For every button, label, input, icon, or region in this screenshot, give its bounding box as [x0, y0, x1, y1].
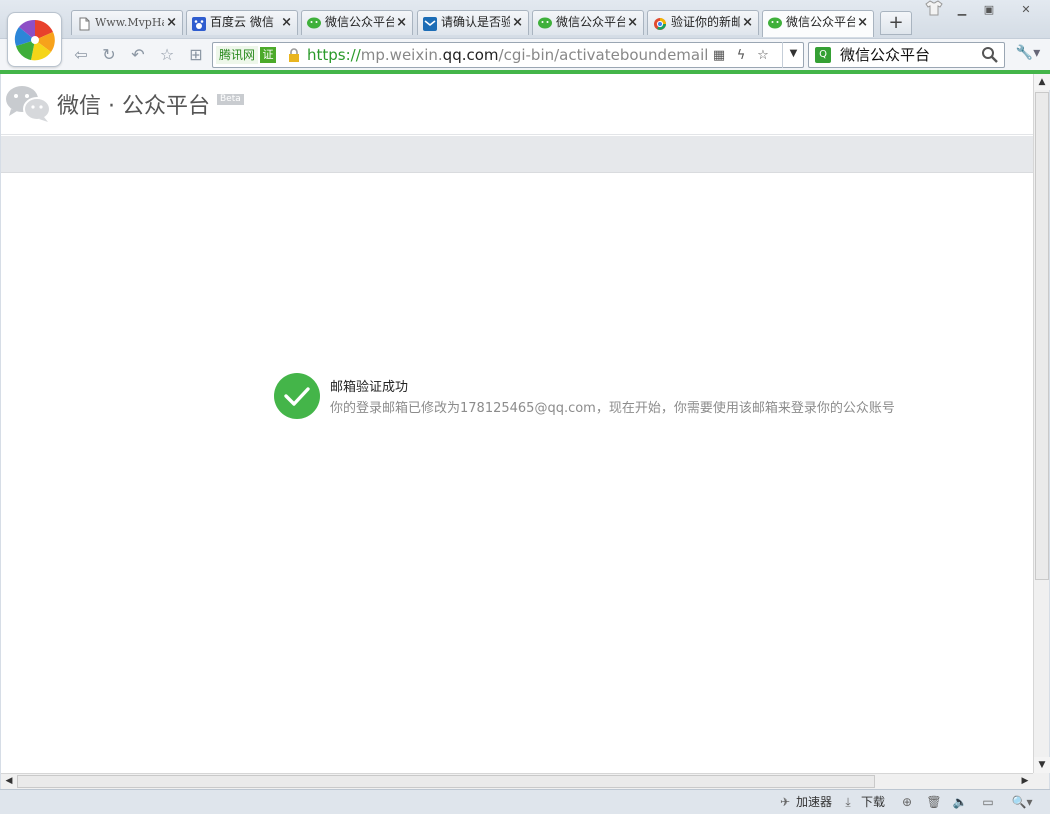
undo-close-icon[interactable]: ↶: [127, 45, 149, 65]
address-bar[interactable]: 腾讯网 证 https://mp.weixin.qq.com/cgi-bin/a…: [212, 42, 804, 68]
browser-tab[interactable]: 微信公众平台 ×: [532, 10, 644, 35]
refresh-icon[interactable]: ↻: [98, 45, 120, 65]
wechat-icon: [307, 16, 321, 30]
site-badge: 腾讯网: [216, 46, 259, 64]
trash-icon[interactable]: 🗑: [926, 795, 942, 809]
address-dropdown-icon[interactable]: ▼: [782, 42, 804, 68]
browser-logo[interactable]: [7, 12, 62, 67]
accelerator-label[interactable]: 加速器: [796, 794, 832, 810]
download-icon[interactable]: ⤓: [840, 795, 856, 809]
search-input[interactable]: 微信公众平台: [840, 43, 930, 67]
bookmark-star-icon[interactable]: ☆: [754, 47, 772, 65]
cert-badge[interactable]: 证: [260, 47, 276, 63]
close-tab-icon[interactable]: ×: [627, 11, 638, 34]
pinwheel-logo-icon: [14, 19, 55, 61]
tab-strip: Www.MvpHack×百度云 微信×微信公众平台×请确认是否验×微信公众平台×…: [0, 0, 1050, 67]
tab-title: Www.MvpHack: [95, 16, 164, 29]
baidu-icon: [192, 16, 206, 31]
skin-icon[interactable]: [922, 0, 946, 18]
scroll-corner: [1033, 773, 1049, 789]
message-title: 邮箱验证成功: [330, 380, 409, 395]
qq-mail-icon: [423, 16, 437, 31]
tab-title: 验证你的新邮: [671, 15, 740, 29]
wechat-icon: [768, 16, 782, 30]
sogou-search-icon[interactable]: Q: [815, 47, 831, 63]
browser-tab[interactable]: 验证你的新邮 ×: [647, 10, 759, 35]
message-description: 你的登录邮箱已修改为178125465@qq.com，现在开始，你需要使用该邮箱…: [330, 401, 895, 416]
tab-title: 微信公众平台: [325, 15, 394, 29]
tools-wrench-icon[interactable]: 🔧▾: [1015, 45, 1041, 65]
browser-tab[interactable]: Www.MvpHack×: [71, 10, 183, 35]
restore-icon[interactable]: ▣: [976, 3, 1002, 19]
close-tab-icon[interactable]: ×: [512, 11, 523, 34]
scroll-left-icon[interactable]: ◀: [1, 774, 17, 790]
wechat-icon: [538, 16, 552, 30]
accelerator-icon[interactable]: ✈: [777, 795, 793, 809]
browser-window: Www.MvpHack×百度云 微信×微信公众平台×请确认是否验×微信公众平台×…: [0, 0, 1050, 814]
back-icon[interactable]: ⇦: [70, 45, 92, 65]
close-tab-icon[interactable]: ×: [742, 11, 753, 34]
close-tab-icon[interactable]: ×: [396, 11, 407, 34]
nav-bar: [1, 136, 1033, 173]
browser-tab[interactable]: 微信公众平台 ×: [762, 10, 874, 37]
window-mode-icon[interactable]: ▭: [980, 795, 996, 809]
tab-title: 微信公众平台: [556, 15, 625, 29]
close-tab-icon[interactable]: ×: [281, 11, 292, 34]
tab-title: 百度云 微信: [210, 15, 274, 29]
minimize-icon[interactable]: ▁: [949, 3, 975, 19]
close-tab-icon[interactable]: ×: [857, 11, 868, 34]
beta-badge: Beta: [217, 94, 244, 105]
zoom-icon[interactable]: 🔍▾: [1008, 795, 1036, 809]
url-text[interactable]: https://mp.weixin.qq.com/cgi-bin/activat…: [307, 43, 708, 67]
page-content: 微信 · 公众平台 Beta 邮箱验证成功 你的登录邮箱已修改为17812546…: [1, 74, 1033, 773]
document-icon: [77, 16, 91, 31]
brand-title[interactable]: 微信 · 公众平台: [57, 88, 210, 120]
volume-icon[interactable]: 🔈: [952, 795, 968, 809]
lightning-icon[interactable]: ϟ: [732, 47, 750, 65]
search-icon[interactable]: [981, 46, 999, 64]
status-bar: ✈ 加速器 ⤓ 下载 ⊕ 🗑 🔈 ▭ 🔍▾: [0, 789, 1050, 814]
qr-code-icon[interactable]: ▦: [710, 47, 728, 65]
browser-tab[interactable]: 请确认是否验 ×: [417, 10, 529, 35]
tab-title: 请确认是否验: [441, 15, 510, 29]
tab-title: 微信公众平台: [786, 15, 855, 29]
apps-grid-icon[interactable]: ⊞: [185, 45, 207, 65]
screenshot-icon[interactable]: ⊕: [899, 795, 915, 809]
lock-icon[interactable]: [288, 48, 300, 62]
wechat-logo-icon[interactable]: [5, 85, 51, 123]
toolbar: ⇦ ↻ ↶ ☆ ⊞ 腾讯网 证 https://mp.weixin.qq.com…: [0, 38, 1050, 70]
scroll-up-icon[interactable]: ▲: [1034, 74, 1050, 90]
scroll-down-icon[interactable]: ▼: [1034, 757, 1050, 773]
close-window-icon[interactable]: ✕: [1013, 3, 1039, 19]
search-box[interactable]: Q 微信公众平台: [808, 42, 1005, 68]
favorite-icon[interactable]: ☆: [156, 45, 178, 65]
vertical-scroll-thumb[interactable]: [1035, 92, 1049, 580]
new-tab-button[interactable]: +: [880, 11, 912, 35]
download-label[interactable]: 下载: [861, 794, 885, 810]
scroll-right-icon[interactable]: ▶: [1017, 774, 1033, 790]
vertical-scrollbar[interactable]: ▲ ▼: [1033, 74, 1050, 773]
horizontal-scrollbar[interactable]: ◀ ▶: [1, 773, 1033, 789]
close-tab-icon[interactable]: ×: [166, 11, 177, 34]
success-check-icon: [274, 373, 320, 419]
browser-tab[interactable]: 微信公众平台 ×: [301, 10, 413, 35]
browser-icon: [653, 16, 667, 30]
horizontal-scroll-thumb[interactable]: [17, 775, 875, 788]
site-header: 微信 · 公众平台 Beta: [1, 74, 1033, 135]
browser-tab[interactable]: 百度云 微信 ×: [186, 10, 298, 35]
